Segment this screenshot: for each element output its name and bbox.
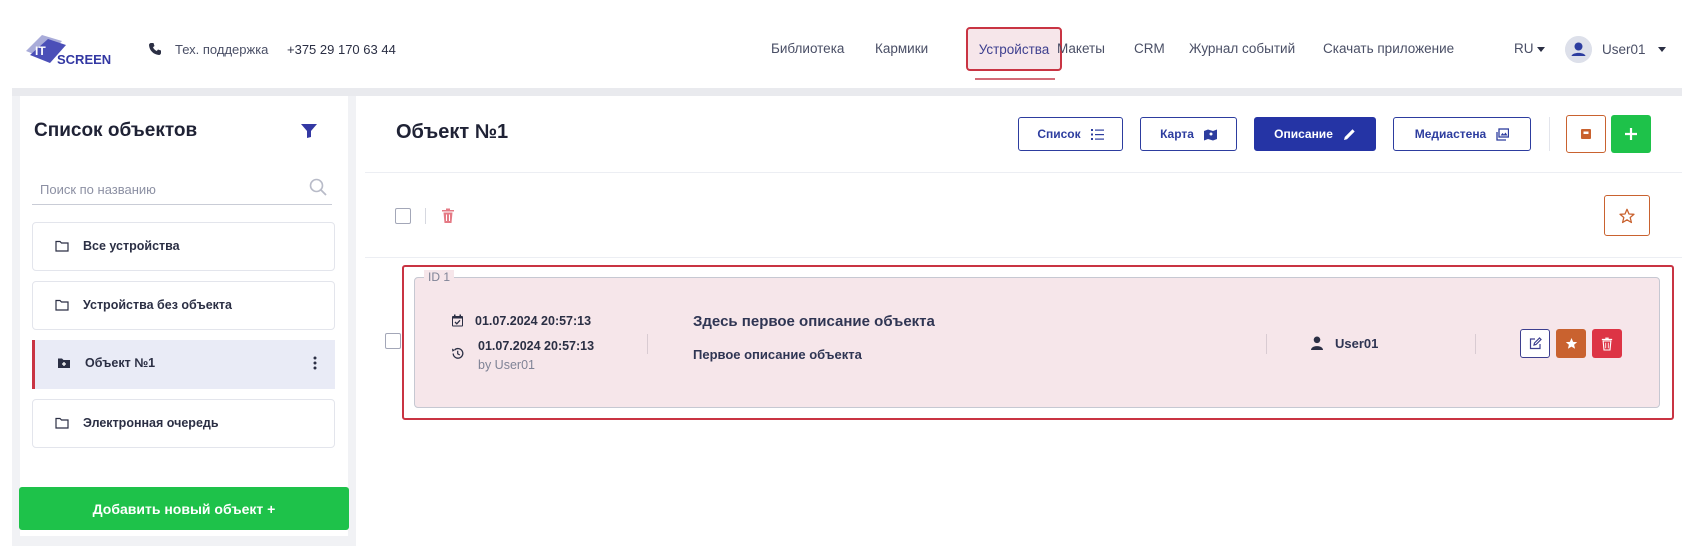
list-icon	[1090, 128, 1104, 140]
filter-icon[interactable]	[301, 124, 317, 138]
folder-plus-icon	[58, 358, 70, 368]
view-map-label: Карта	[1160, 127, 1194, 141]
phone-icon	[149, 43, 161, 55]
folder-icon	[55, 299, 69, 311]
folder-icon	[55, 240, 69, 252]
divider	[647, 334, 648, 354]
history-icon	[452, 347, 464, 359]
pencil-icon	[1343, 128, 1355, 140]
language-label: RU	[1514, 41, 1534, 56]
plus-icon	[1625, 128, 1637, 140]
nav-layouts[interactable]: Макеты	[1057, 41, 1105, 56]
view-list-button[interactable]: Список	[1018, 117, 1123, 151]
favorites-filter-button[interactable]	[1604, 195, 1650, 236]
kebab-menu-icon[interactable]	[313, 356, 317, 370]
nav-download-app[interactable]: Скачать приложение	[1323, 41, 1454, 56]
media-wall-icon	[1496, 127, 1510, 141]
chevron-down-icon[interactable]	[1658, 47, 1666, 52]
sidebar-item-label: Устройства без объекта	[83, 298, 232, 312]
page-title: Объект №1	[396, 121, 509, 143]
card-owner: User01	[1335, 336, 1379, 351]
nav-devices-label: Устройства	[978, 42, 1050, 57]
nav-event-log[interactable]: Журнал событий	[1189, 41, 1295, 56]
sidebar-item-devices-without-object[interactable]: Устройства без объекта	[32, 281, 335, 330]
user-menu[interactable]: User01	[1602, 42, 1646, 57]
row-checkbox[interactable]	[385, 333, 401, 349]
sidebar-item-electronic-queue[interactable]: Электронная очередь	[32, 399, 335, 448]
star-icon	[1565, 338, 1577, 349]
sidebar-item-label: Электронная очередь	[83, 416, 219, 430]
favorite-button[interactable]	[1556, 329, 1586, 358]
nav-crm[interactable]: CRM	[1134, 41, 1165, 56]
updated-by: by User01	[478, 358, 535, 372]
trash-icon[interactable]	[441, 208, 455, 224]
sidebar-item-all-devices[interactable]: Все устройства	[32, 222, 335, 271]
avatar[interactable]	[1565, 36, 1592, 63]
language-dropdown[interactable]: RU	[1514, 41, 1545, 56]
divider	[365, 172, 1682, 173]
updated-date: 01.07.2024 20:57:13	[478, 339, 595, 353]
divider	[365, 257, 1682, 258]
object-card	[414, 277, 1660, 408]
sidebar-item-label: Все устройства	[83, 239, 180, 253]
nav-devices[interactable]: Устройства	[966, 27, 1062, 71]
view-media-wall-label: Медиастена	[1414, 127, 1487, 141]
export-icon	[1581, 129, 1591, 139]
edit-icon	[1529, 337, 1542, 350]
support-label: Тех. поддержка	[175, 42, 269, 57]
card-id-label: ID 1	[424, 270, 455, 284]
view-list-label: Список	[1037, 127, 1081, 141]
search-icon[interactable]	[309, 178, 327, 196]
top-header: IT SCREEN Тех. поддержка +375 29 170 63 …	[0, 0, 1682, 88]
view-map-button[interactable]: Карта	[1140, 117, 1237, 151]
star-icon	[1619, 208, 1635, 223]
sidebar-item-object-1[interactable]: Объект №1	[32, 340, 335, 389]
add-button[interactable]	[1611, 115, 1651, 153]
nav-library[interactable]: Библиотека	[771, 41, 844, 56]
folder-icon	[55, 417, 69, 429]
select-all-checkbox[interactable]	[395, 208, 411, 224]
view-description-button[interactable]: Описание	[1254, 117, 1376, 151]
user-icon	[1311, 336, 1323, 350]
it-screen-logo[interactable]: IT SCREEN	[24, 31, 124, 71]
svg-text:IT: IT	[35, 44, 46, 58]
support-phone[interactable]: +375 29 170 63 44	[287, 42, 396, 57]
sidebar-title: Список объектов	[34, 120, 198, 141]
add-object-button[interactable]: Добавить новый объект +	[19, 487, 349, 530]
description-text: Первое описание объекта	[693, 347, 862, 362]
created-date: 01.07.2024 20:57:13	[475, 314, 592, 328]
svg-text:SCREEN: SCREEN	[57, 52, 111, 67]
search-input[interactable]	[32, 175, 332, 205]
delete-button[interactable]	[1592, 329, 1622, 358]
nav-active-indicator	[975, 78, 1055, 80]
content-background	[12, 88, 1682, 96]
chevron-down-icon	[1536, 46, 1545, 52]
edit-button[interactable]	[1520, 329, 1550, 358]
divider	[1475, 334, 1476, 354]
map-icon	[1203, 129, 1217, 140]
divider	[1266, 334, 1267, 354]
divider	[425, 208, 426, 224]
view-media-wall-button[interactable]: Медиастена	[1393, 117, 1531, 151]
view-description-label: Описание	[1274, 127, 1333, 141]
export-button[interactable]	[1566, 115, 1606, 153]
nav-karmiki[interactable]: Кармики	[875, 41, 928, 56]
sidebar-item-label: Объект №1	[85, 356, 156, 370]
description-title: Здесь первое описание объекта	[693, 313, 935, 330]
calendar-check-icon	[452, 314, 463, 327]
toolbar-divider	[1549, 117, 1550, 151]
trash-icon	[1601, 337, 1613, 351]
